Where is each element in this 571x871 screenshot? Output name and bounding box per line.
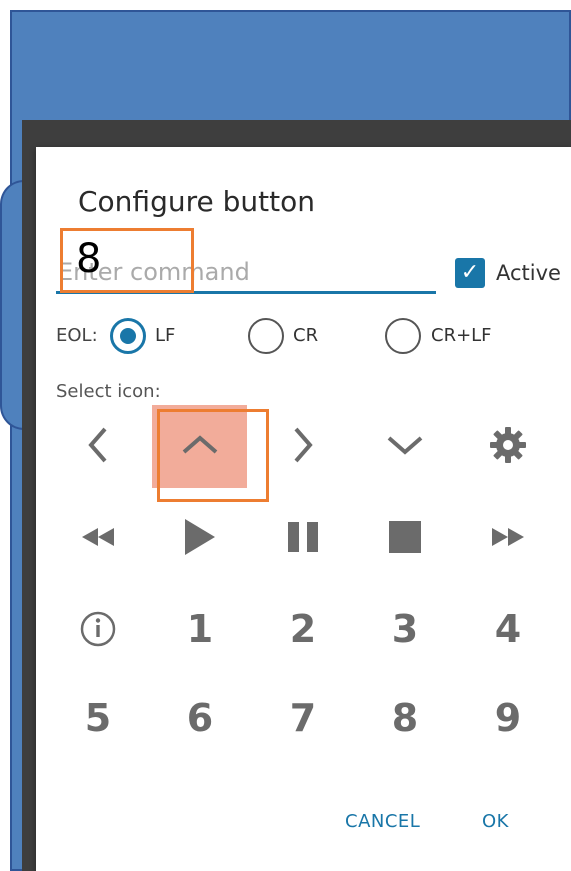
number-icon-6[interactable]: 6 <box>165 688 235 748</box>
play-icon[interactable] <box>165 507 235 567</box>
number-icon-1[interactable]: 1 <box>165 599 235 659</box>
eol-cr-label: CR <box>293 325 319 346</box>
info-icon[interactable] <box>63 599 133 659</box>
annotation-box-selected-icon <box>157 409 269 502</box>
ok-button[interactable]: OK <box>482 811 509 832</box>
number-icon-2[interactable]: 2 <box>268 599 338 659</box>
number-icon-9[interactable]: 9 <box>473 688 543 748</box>
chevron-left-icon[interactable] <box>63 415 133 475</box>
annotation-number: 8 <box>76 236 102 282</box>
number-icon-7[interactable]: 7 <box>268 688 338 748</box>
pause-icon[interactable] <box>268 507 338 567</box>
chevron-down-icon[interactable] <box>370 415 440 475</box>
number-icon-5[interactable]: 5 <box>63 688 133 748</box>
gear-icon[interactable] <box>473 415 543 475</box>
fast-forward-icon[interactable] <box>473 507 543 567</box>
eol-lf-label: LF <box>155 325 176 346</box>
eol-radio-crlf[interactable] <box>385 318 421 354</box>
number-icon-8[interactable]: 8 <box>370 688 440 748</box>
number-icon-3[interactable]: 3 <box>370 599 440 659</box>
cancel-button[interactable]: CANCEL <box>345 811 420 832</box>
eol-label: EOL: <box>56 325 98 346</box>
stop-icon[interactable] <box>370 507 440 567</box>
eol-radio-cr[interactable] <box>248 318 284 354</box>
eol-crlf-label: CR+LF <box>431 325 492 346</box>
select-icon-label: Select icon: <box>56 381 161 402</box>
number-icon-4[interactable]: 4 <box>473 599 543 659</box>
dialog-title: Configure button <box>78 185 315 218</box>
eol-radio-lf[interactable] <box>110 318 146 354</box>
rewind-icon[interactable] <box>63 507 133 567</box>
active-label: Active <box>496 261 561 285</box>
active-checkbox[interactable]: ✓ <box>455 258 485 288</box>
chevron-right-icon[interactable] <box>268 415 338 475</box>
